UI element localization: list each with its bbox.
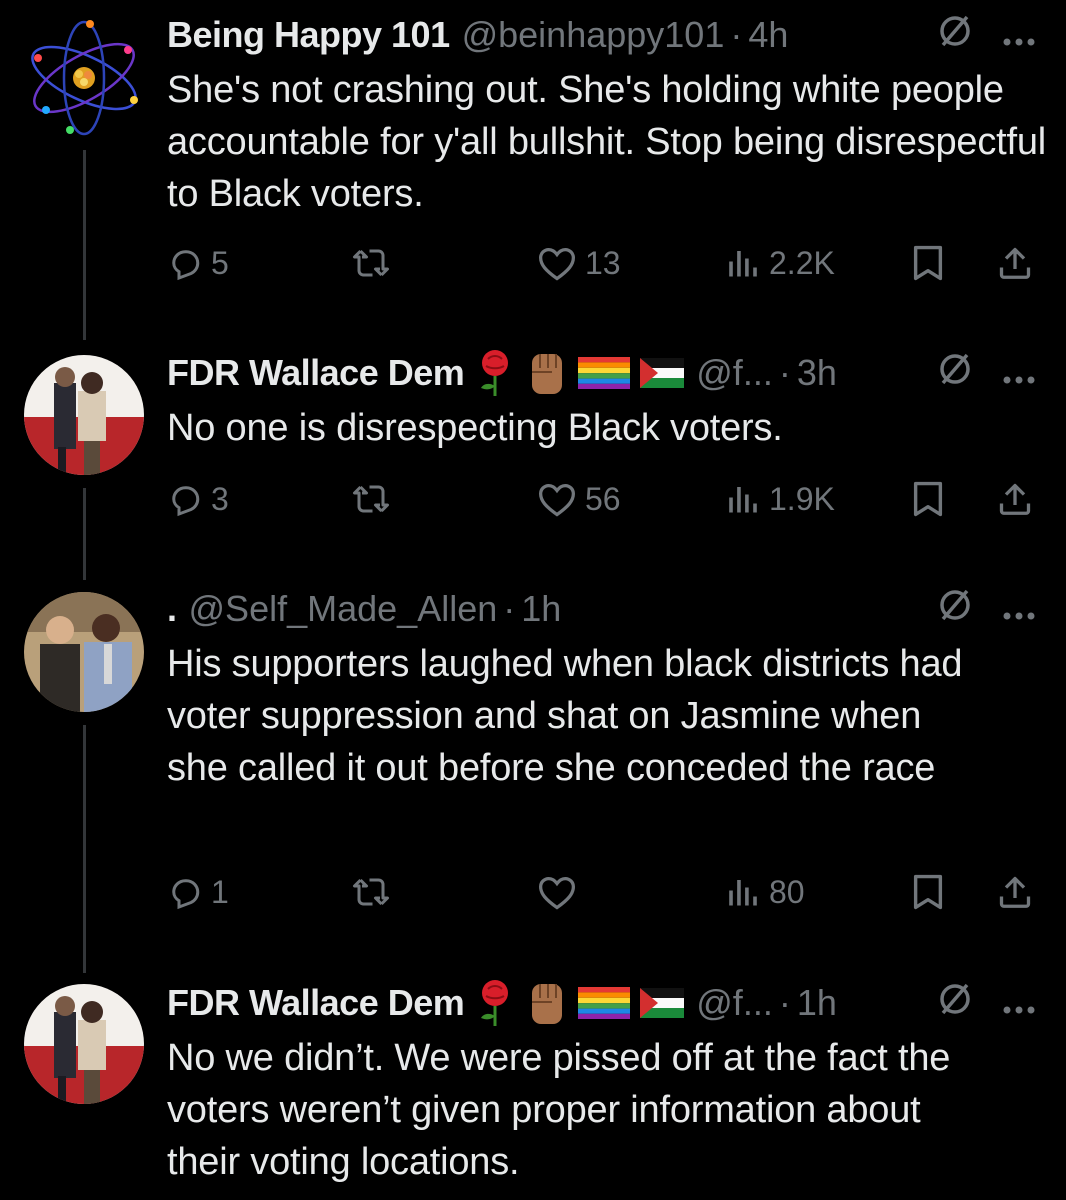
like-count: 13 — [585, 244, 621, 281]
like-button[interactable]: 13 — [537, 238, 621, 288]
more-dots-icon[interactable] — [1002, 588, 1036, 630]
author-handle[interactable]: @f... — [696, 982, 773, 1024]
action-bar: 3 56 1.9K — [167, 474, 1037, 524]
reply-count: 1 — [211, 873, 229, 910]
slashed-circle-icon[interactable] — [938, 982, 972, 1025]
author-name[interactable]: . — [167, 588, 177, 630]
views-icon — [729, 880, 757, 906]
views-count: 80 — [769, 873, 805, 910]
rose-emoji — [474, 978, 516, 1028]
author-handle[interactable]: @Self_Made_Allen — [189, 588, 498, 630]
avatar[interactable] — [24, 18, 144, 138]
bookmark-button[interactable] — [911, 474, 945, 524]
palestine-flag-emoji — [640, 358, 685, 388]
author-name[interactable]: FDR Wallace Dem — [167, 982, 465, 1024]
reply-button[interactable]: 3 — [167, 474, 229, 524]
tweet-header: FDR Wallace Dem @f... · 1h — [167, 980, 1046, 1026]
rose-emoji — [474, 348, 516, 398]
author-name[interactable]: Being Happy 101 — [167, 14, 450, 56]
raised-fist-emoji — [526, 980, 568, 1026]
like-button[interactable]: 56 — [537, 474, 621, 524]
more-dots-icon[interactable] — [1002, 352, 1036, 394]
reply-icon — [172, 250, 200, 281]
timestamp[interactable]: 1h — [521, 588, 561, 630]
share-button[interactable] — [997, 238, 1033, 288]
raised-fist-emoji — [526, 350, 568, 396]
repost-button[interactable] — [351, 474, 391, 524]
tweet-text: His supporters laughed when black distri… — [167, 643, 963, 789]
bookmark-icon — [913, 874, 943, 910]
repost-icon — [353, 485, 389, 513]
heart-icon — [538, 483, 576, 517]
views-count: 1.9K — [769, 480, 835, 517]
views-icon — [729, 487, 757, 513]
tweet-text: No one is disrespecting Black voters. — [167, 407, 783, 449]
tweet[interactable]: . @Self_Made_Allen · 1h His supporters l… — [0, 580, 1066, 970]
reply-button[interactable]: 1 — [167, 867, 229, 917]
avatar[interactable] — [24, 984, 144, 1104]
tweet[interactable]: FDR Wallace Dem @f... · 1h No we didn’t.… — [0, 970, 1066, 1200]
slashed-circle-icon[interactable] — [938, 588, 972, 631]
action-bar: 5 13 2.2K — [167, 238, 1037, 288]
heart-icon — [538, 247, 576, 281]
views-icon — [729, 251, 757, 277]
author-handle[interactable]: @beinhappy101 — [462, 14, 725, 56]
slashed-circle-icon[interactable] — [938, 14, 972, 57]
views-button[interactable]: 1.9K — [725, 474, 835, 524]
more-dots-icon[interactable] — [1002, 14, 1036, 56]
repost-button[interactable] — [351, 238, 391, 288]
heart-icon — [538, 876, 576, 910]
reply-button[interactable]: 5 — [167, 238, 229, 288]
like-count: 56 — [585, 480, 621, 517]
timestamp[interactable]: 3h — [797, 352, 837, 394]
slashed-circle-icon[interactable] — [938, 352, 972, 395]
action-bar: 1 80 — [167, 867, 1037, 917]
views-button[interactable]: 2.2K — [725, 238, 835, 288]
share-button[interactable] — [997, 474, 1033, 524]
bookmark-icon — [913, 245, 943, 281]
tweet-header: . @Self_Made_Allen · 1h — [167, 586, 1046, 632]
more-dots-icon[interactable] — [1002, 982, 1036, 1024]
palestine-flag-emoji — [640, 988, 685, 1018]
avatar[interactable] — [24, 592, 144, 712]
bookmark-button[interactable] — [911, 867, 945, 917]
timestamp[interactable]: 4h — [748, 14, 788, 56]
separator-dot: · — [778, 352, 791, 393]
repost-icon — [353, 249, 389, 277]
tweet[interactable]: Being Happy 101 @beinhappy101 · 4h She's… — [0, 0, 1066, 330]
rainbow-flag-emoji — [578, 987, 631, 1019]
like-button[interactable] — [537, 867, 577, 917]
reply-count: 5 — [211, 244, 229, 281]
tweet-text: No we didn’t. We were pissed off at the … — [167, 1037, 951, 1183]
tweet[interactable]: FDR Wallace Dem @f... · 3h No one is dis… — [0, 340, 1066, 570]
tweet-header: Being Happy 101 @beinhappy101 · 4h — [167, 12, 1046, 58]
avatar[interactable] — [24, 355, 144, 475]
repost-button[interactable] — [351, 867, 391, 917]
share-icon — [999, 876, 1031, 908]
views-button[interactable]: 80 — [725, 867, 805, 917]
author-handle[interactable]: @f... — [696, 352, 773, 394]
tweet-text: She's not crashing out. She's holding wh… — [167, 69, 1047, 215]
timestamp[interactable]: 1h — [797, 982, 837, 1024]
tweet-header: FDR Wallace Dem @f... · 3h — [167, 350, 1046, 396]
share-icon — [999, 247, 1031, 279]
reply-icon — [172, 486, 200, 517]
rainbow-flag-emoji — [578, 357, 631, 389]
separator-dot: · — [778, 982, 791, 1023]
separator-dot: · — [503, 588, 516, 629]
author-name[interactable]: FDR Wallace Dem — [167, 352, 465, 394]
reply-icon — [172, 879, 200, 910]
bookmark-icon — [913, 481, 943, 517]
reply-count: 3 — [211, 480, 229, 517]
share-button[interactable] — [997, 867, 1033, 917]
bookmark-button[interactable] — [911, 238, 945, 288]
share-icon — [999, 483, 1031, 515]
views-count: 2.2K — [769, 244, 835, 281]
repost-icon — [353, 878, 389, 906]
separator-dot: · — [730, 14, 743, 55]
